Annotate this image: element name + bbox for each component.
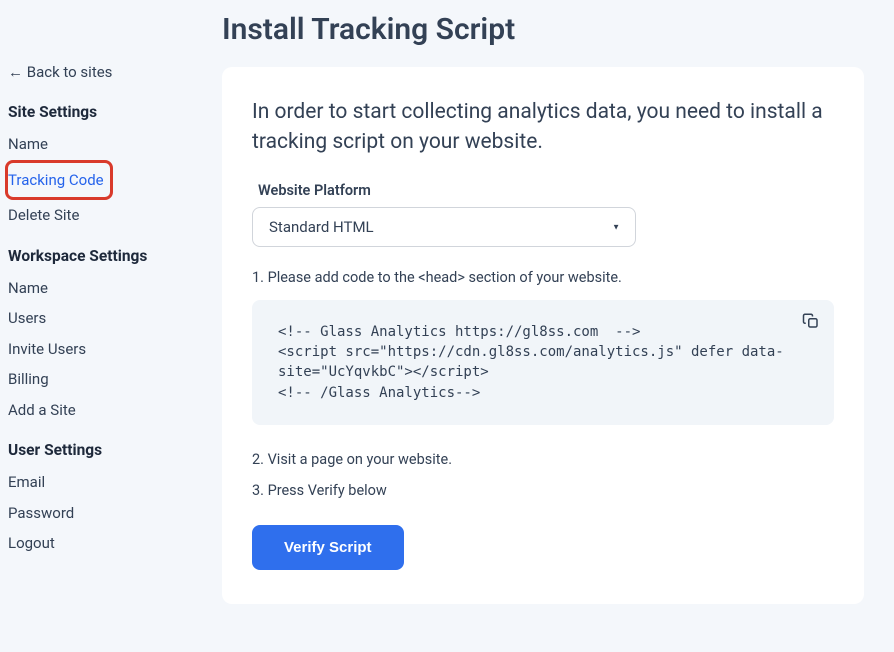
back-to-sites-link[interactable]: ← Back to sites bbox=[8, 61, 199, 83]
step-1-text: 1. Please add code to the <head> section… bbox=[252, 269, 834, 286]
sidebar-item-workspace-name[interactable]: Name bbox=[8, 273, 199, 304]
page-title: Install Tracking Script bbox=[222, 12, 864, 47]
sidebar: ← Back to sites Site Settings Name Track… bbox=[0, 0, 207, 652]
step-2-text: 2. Visit a page on your website. bbox=[252, 451, 834, 468]
sidebar-item-password[interactable]: Password bbox=[8, 498, 199, 529]
sidebar-item-billing[interactable]: Billing bbox=[8, 364, 199, 395]
user-settings-heading: User Settings bbox=[8, 441, 199, 459]
workspace-settings-heading: Workspace Settings bbox=[8, 247, 199, 265]
tracking-code-highlight: Tracking Code bbox=[5, 160, 113, 201]
verify-script-button[interactable]: Verify Script bbox=[252, 525, 404, 570]
sidebar-item-logout[interactable]: Logout bbox=[8, 528, 199, 559]
step-3-text: 3. Press Verify below bbox=[252, 482, 834, 499]
sidebar-item-add-site[interactable]: Add a Site bbox=[8, 395, 199, 426]
code-snippet[interactable]: <!-- Glass Analytics https://gl8ss.com -… bbox=[278, 322, 784, 403]
site-settings-heading: Site Settings bbox=[8, 103, 199, 121]
sidebar-item-email[interactable]: Email bbox=[8, 467, 199, 498]
code-block: <!-- Glass Analytics https://gl8ss.com -… bbox=[252, 300, 834, 425]
sidebar-item-name[interactable]: Name bbox=[8, 129, 199, 160]
copy-icon[interactable] bbox=[802, 312, 822, 332]
sidebar-item-invite-users[interactable]: Invite Users bbox=[8, 334, 199, 365]
intro-text: In order to start collecting analytics d… bbox=[252, 97, 834, 158]
main-content: Install Tracking Script In order to star… bbox=[207, 0, 894, 652]
sidebar-item-users[interactable]: Users bbox=[8, 303, 199, 334]
install-card: In order to start collecting analytics d… bbox=[222, 67, 864, 604]
sidebar-item-tracking-code[interactable]: Tracking Code bbox=[8, 165, 104, 196]
sidebar-item-delete-site[interactable]: Delete Site bbox=[8, 200, 199, 231]
platform-select-wrapper: Standard HTML ▼ bbox=[252, 207, 636, 247]
platform-select[interactable]: Standard HTML bbox=[252, 207, 636, 247]
platform-label: Website Platform bbox=[258, 182, 834, 199]
